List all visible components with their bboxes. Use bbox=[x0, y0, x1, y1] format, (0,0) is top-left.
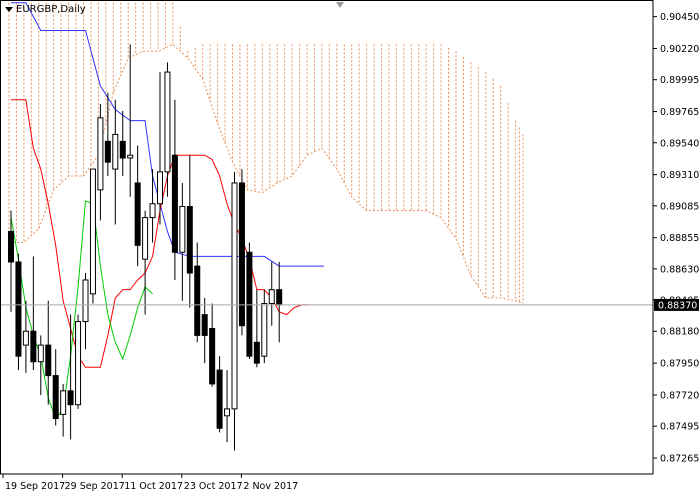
candle bbox=[22, 300, 29, 373]
candle bbox=[268, 261, 275, 326]
candle-body-bear bbox=[186, 206, 193, 274]
candle bbox=[89, 168, 96, 304]
candle bbox=[15, 253, 22, 371]
candle-body-bull bbox=[75, 321, 82, 406]
y-tick-label: 0.90450 bbox=[660, 12, 699, 23]
y-tick-label: 0.89540 bbox=[660, 138, 699, 149]
candle-body-bull bbox=[82, 279, 89, 323]
candle-body-bear bbox=[253, 341, 260, 364]
candle-body-bull bbox=[37, 344, 44, 363]
candle-body-bull bbox=[268, 289, 275, 305]
candle-body-bear bbox=[276, 289, 283, 306]
candle bbox=[52, 349, 59, 426]
scroll-marker-icon[interactable] bbox=[336, 2, 344, 8]
y-tick-label: 0.87265 bbox=[660, 454, 699, 465]
candle-body-bull bbox=[97, 117, 104, 191]
candle bbox=[119, 110, 126, 177]
candle-body-bear bbox=[201, 314, 208, 336]
candle-body-bear bbox=[8, 230, 14, 263]
candle-body-bear bbox=[67, 390, 74, 406]
candle bbox=[134, 145, 141, 267]
candle-body-bear bbox=[15, 261, 22, 357]
candle bbox=[149, 169, 156, 243]
candle-body-bull bbox=[224, 408, 231, 417]
candle bbox=[142, 210, 149, 315]
candle-body-bull bbox=[22, 330, 29, 346]
y-tick-label: 0.87495 bbox=[660, 422, 699, 433]
candle-body-bull bbox=[112, 133, 119, 170]
symbol-label[interactable]: EURGBP,Daily bbox=[5, 4, 86, 15]
candle bbox=[276, 261, 283, 343]
candle-body-bull bbox=[261, 303, 268, 357]
x-tick-label: 19 Sep 2017 bbox=[5, 481, 65, 492]
candle-body-bull bbox=[127, 154, 134, 159]
axes: 0.90450 0.90220 0.89995 0.89765 0.89540 0.893… bbox=[0, 0, 699, 492]
candle-body-bear bbox=[216, 369, 223, 429]
candle-body-bear bbox=[134, 182, 141, 246]
y-tick-label: 0.90220 bbox=[660, 44, 699, 55]
candle-body-bear bbox=[119, 140, 126, 159]
candle bbox=[60, 383, 67, 437]
y-tick-label: 0.89765 bbox=[660, 107, 699, 118]
candle-body-bull bbox=[142, 217, 149, 260]
y-tick-label: 0.89085 bbox=[660, 201, 699, 212]
candle bbox=[216, 356, 223, 433]
candle-body-bear bbox=[194, 265, 201, 336]
y-tick-label: 0.89310 bbox=[660, 170, 699, 181]
symbol-text: EURGBP,Daily bbox=[16, 4, 86, 15]
candle-body-bull bbox=[89, 168, 96, 295]
y-tick-label: 0.88855 bbox=[660, 233, 699, 244]
dropdown-triangle-icon[interactable] bbox=[5, 7, 13, 12]
candle bbox=[261, 289, 268, 364]
x-tick-label: 11 Oct 2017 bbox=[124, 481, 183, 492]
candle-body-bear bbox=[209, 327, 216, 385]
candle-body-bull bbox=[231, 182, 238, 410]
y-tick-label: 0.88180 bbox=[660, 327, 699, 338]
candles bbox=[8, 44, 283, 451]
candle bbox=[201, 297, 208, 364]
candle bbox=[30, 256, 37, 371]
y-tick-label: 0.88630 bbox=[660, 264, 699, 275]
candle bbox=[112, 99, 119, 225]
x-tick-label: 23 Oct 2017 bbox=[184, 481, 243, 492]
candle-body-bear bbox=[45, 344, 52, 377]
candle bbox=[157, 72, 163, 225]
ichimoku-cloud bbox=[8, 2, 524, 304]
candle bbox=[179, 182, 186, 301]
current-price-tag: 0.88370 bbox=[654, 298, 699, 311]
candle bbox=[186, 155, 193, 308]
candle bbox=[238, 169, 245, 336]
candle-body-bull bbox=[179, 206, 186, 253]
candle bbox=[246, 242, 253, 359]
candle bbox=[97, 103, 104, 221]
y-tick-label: 0.89995 bbox=[660, 75, 699, 86]
candle bbox=[194, 242, 201, 343]
candle bbox=[75, 314, 82, 409]
candle bbox=[253, 289, 260, 368]
ichimoku-candlestick-chart: 0.90450 0.90220 0.89995 0.89765 0.89540 0.893… bbox=[0, 0, 699, 492]
candle-body-bull bbox=[164, 71, 171, 173]
candle-body-bear bbox=[30, 330, 37, 363]
candle bbox=[164, 62, 171, 197]
candle-body-bear bbox=[171, 154, 178, 253]
candle-body-bull bbox=[149, 203, 156, 219]
candle bbox=[104, 92, 111, 177]
x-tick-label: 2 Nov 2017 bbox=[243, 481, 298, 492]
price-tag-label: 0.88370 bbox=[658, 300, 697, 311]
x-tick-label: 29 Sep 2017 bbox=[65, 481, 125, 492]
cloud-lower-edge bbox=[9, 43, 524, 304]
y-tick-label: 0.87950 bbox=[660, 359, 699, 370]
candle-body-bear bbox=[238, 182, 245, 327]
candle-body-bear bbox=[52, 375, 59, 420]
candle bbox=[224, 370, 231, 443]
candle-body-bull bbox=[60, 390, 67, 415]
candle bbox=[82, 273, 89, 350]
y-tick-label: 0.87720 bbox=[660, 391, 699, 402]
candle-body-bull bbox=[157, 171, 163, 205]
candle bbox=[231, 171, 238, 451]
chikou-line bbox=[10, 200, 153, 420]
candle bbox=[209, 303, 216, 387]
candle-body-bear bbox=[104, 140, 111, 163]
candle-body-bear bbox=[246, 251, 253, 357]
